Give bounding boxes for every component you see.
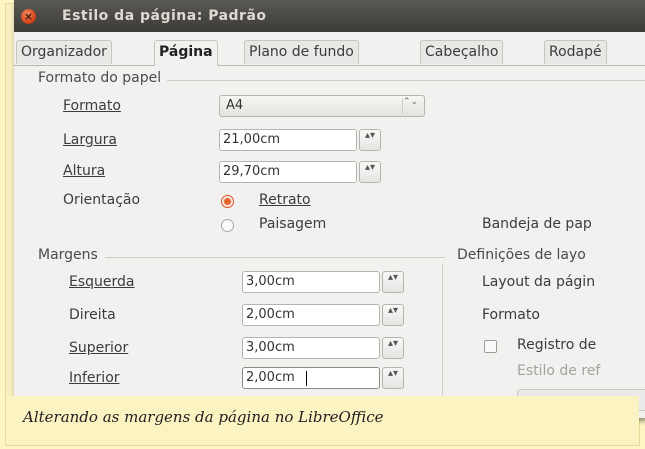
bottom-margin-value: 2,00cm <box>246 370 295 385</box>
width-field[interactable]: 21,00cm <box>219 129 357 151</box>
close-icon: × <box>23 10 34 23</box>
paper-format-divider <box>167 80 645 81</box>
title-bar: × Estilo da página: Padrão <box>14 0 645 32</box>
format-value: A4 <box>226 98 244 113</box>
image-caption: Alterando as margens da página no LibreO… <box>6 396 639 444</box>
bottom-margin-field[interactable]: 2,00cm <box>242 367 380 389</box>
left-margin-value: 3,00cm <box>246 274 295 289</box>
register-true-label[interactable]: Registro de <box>517 337 596 353</box>
layout-format-label: Formato <box>482 307 540 323</box>
height-value: 29,70cm <box>223 164 281 179</box>
right-margin-label: Direita <box>69 307 116 323</box>
right-margin-field[interactable]: 2,00cm <box>242 304 380 326</box>
height-spin-button[interactable]: ▴▾ <box>359 161 381 183</box>
section-separator <box>442 265 443 415</box>
tab-cabecalho[interactable]: Cabeçalho <box>420 40 504 64</box>
portrait-radio[interactable] <box>221 195 234 208</box>
tab-rodape[interactable]: Rodapé <box>544 40 607 64</box>
margins-heading: Margens <box>38 247 98 263</box>
caption-text: Alterando as margens da página no LibreO… <box>23 408 384 426</box>
text-cursor <box>306 371 307 386</box>
height-label: Altura <box>63 163 106 179</box>
top-margin-spin-button[interactable]: ▴▾ <box>382 337 404 359</box>
top-margin-label: Superior <box>69 340 129 356</box>
portrait-label[interactable]: Retrato <box>259 192 311 208</box>
reference-style-label: Estilo de ref <box>517 363 601 379</box>
bottom-margin-label: Inferior <box>69 370 120 386</box>
orientation-label: Orientação <box>63 192 141 208</box>
left-margin-spin-button[interactable]: ▴▾ <box>382 271 404 293</box>
right-margin-value: 2,00cm <box>246 307 295 322</box>
paper-format-heading: Formato do papel <box>38 70 162 86</box>
bottom-margin-spin-button[interactable]: ▴▾ <box>382 367 404 389</box>
paper-tray-label: Bandeja de pap <box>482 216 592 232</box>
tab-plano-de-fundo[interactable]: Plano de fundo <box>244 40 359 64</box>
left-margin-label: Esquerda <box>69 274 135 290</box>
tab-pagina[interactable]: Página <box>154 40 218 66</box>
page-layout-label: Layout da págin <box>482 274 596 290</box>
height-field[interactable]: 29,70cm <box>219 161 357 183</box>
left-margin-field[interactable]: 3,00cm <box>242 271 380 293</box>
landscape-label[interactable]: Paisagem <box>259 216 326 232</box>
tab-bar: Organizador Página Plano de fundo Cabeça… <box>14 40 645 66</box>
top-margin-value: 3,00cm <box>246 340 295 355</box>
right-margin-spin-button[interactable]: ▴▾ <box>382 304 404 326</box>
format-select[interactable]: A4 ⌃⌄ <box>219 95 425 117</box>
tab-organizador[interactable]: Organizador <box>16 40 112 64</box>
width-label: Largura <box>63 132 117 148</box>
layout-settings-heading: Definições de layo <box>457 247 586 263</box>
window-title: Estilo da página: Padrão <box>62 8 267 24</box>
width-value: 21,00cm <box>223 132 281 147</box>
register-true-checkbox[interactable] <box>484 340 497 353</box>
format-label: Formato <box>63 98 121 114</box>
top-margin-field[interactable]: 3,00cm <box>242 337 380 359</box>
margins-divider <box>105 257 445 258</box>
page-style-dialog: × Estilo da página: Padrão Organizador P… <box>14 0 645 418</box>
landscape-radio[interactable] <box>221 219 234 232</box>
close-button[interactable]: × <box>21 9 36 24</box>
width-spin-button[interactable]: ▴▾ <box>359 129 381 151</box>
chevron-updown-icon: ⌃⌄ <box>402 98 418 114</box>
